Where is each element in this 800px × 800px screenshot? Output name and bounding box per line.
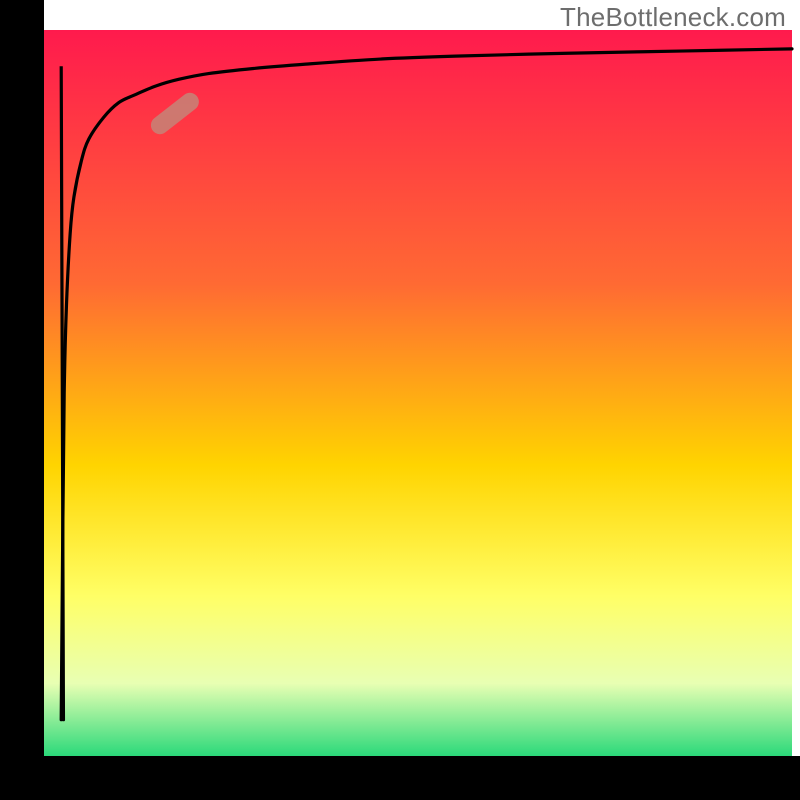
chart-container: TheBottleneck.com: [0, 0, 800, 800]
y-axis-bar: [0, 0, 44, 800]
x-axis-bar: [0, 756, 800, 800]
gradient-background: [44, 30, 792, 756]
watermark-text: TheBottleneck.com: [560, 2, 786, 33]
bottleneck-chart: [0, 0, 800, 800]
